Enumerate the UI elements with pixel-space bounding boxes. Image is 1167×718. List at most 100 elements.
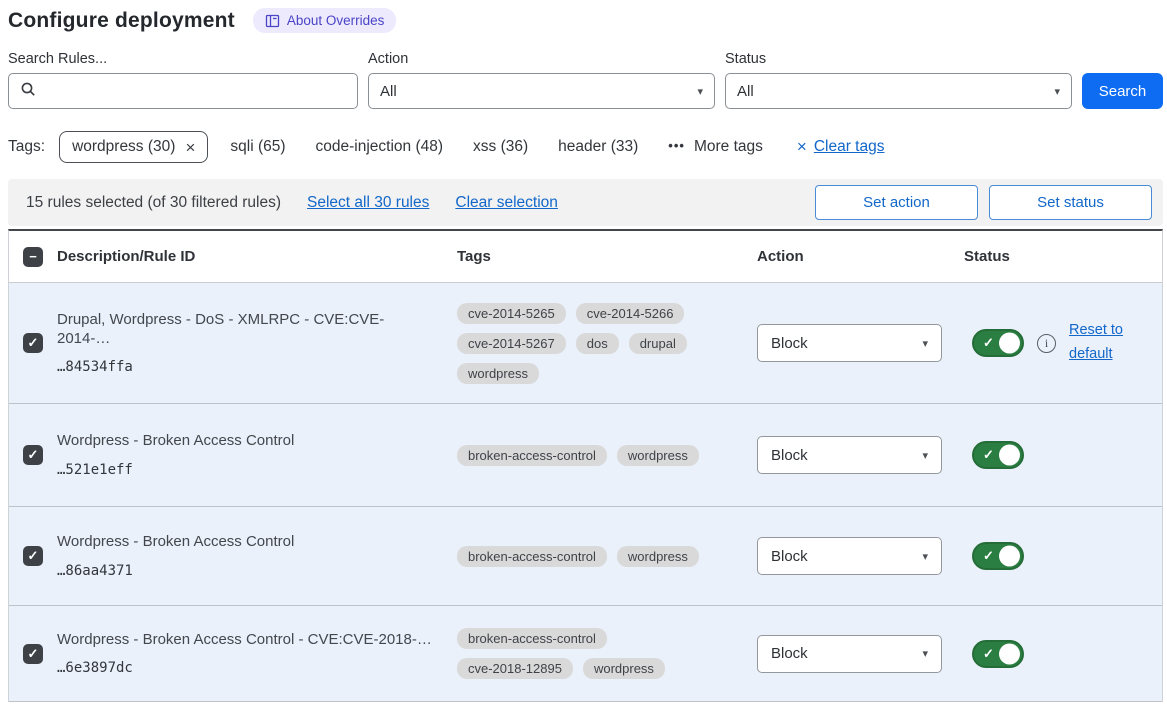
rule-tag: wordpress xyxy=(617,546,699,567)
rule-status-cell: ✓ xyxy=(964,542,1162,570)
filters-bar: Search Rules... Action All ▾ Status xyxy=(8,51,1163,109)
tag-option-sqli[interactable]: sqli (65) xyxy=(230,138,285,156)
status-toggle[interactable]: ✓ xyxy=(972,542,1024,570)
more-tags-button[interactable]: ••• More tags xyxy=(668,138,763,156)
rule-description: Drupal, Wordpress - DoS - XMLRPC - CVE:C… xyxy=(57,311,435,349)
rule-tag: broken-access-control xyxy=(457,546,607,567)
search-rules-field xyxy=(8,73,358,109)
action-filter-label: Action xyxy=(368,51,715,67)
toggle-knob xyxy=(999,333,1020,354)
chevron-down-icon: ▾ xyxy=(922,337,928,350)
about-overrides-badge[interactable]: About Overrides xyxy=(253,8,397,33)
table-row: ✓ Wordpress - Broken Access Control …86a… xyxy=(9,507,1162,606)
row-checkbox[interactable]: ✓ xyxy=(23,445,43,465)
clear-selection-link[interactable]: Clear selection xyxy=(455,194,558,212)
toggle-knob xyxy=(999,445,1020,466)
page-header: Configure deployment About Overrides xyxy=(8,8,1163,33)
row-checkbox[interactable]: ✓ xyxy=(23,644,43,664)
action-filter-select[interactable]: All ▾ xyxy=(368,73,715,109)
rule-tag: broken-access-control xyxy=(457,445,607,466)
status-filter-value: All xyxy=(737,83,754,100)
column-description: Description/Rule ID xyxy=(57,248,457,265)
rules-table: − Description/Rule ID Tags Action Status… xyxy=(8,229,1163,702)
status-toggle[interactable]: ✓ xyxy=(972,329,1024,357)
search-button[interactable]: Search xyxy=(1082,73,1163,109)
row-checkbox[interactable]: ✓ xyxy=(23,333,43,353)
tag-option-code-injection[interactable]: code-injection (48) xyxy=(316,138,444,156)
chevron-down-icon: ▾ xyxy=(922,449,928,462)
action-select[interactable]: Block ▾ xyxy=(757,324,942,362)
tag-option-header[interactable]: header (33) xyxy=(558,138,638,156)
rule-tag: wordpress xyxy=(617,445,699,466)
rule-tag: cve-2014-5267 xyxy=(457,333,566,354)
rule-id: …86aa4371 xyxy=(57,563,435,579)
clear-tags-link[interactable]: × Clear tags xyxy=(797,137,885,157)
status-filter-label: Status xyxy=(725,51,1072,67)
status-filter-select[interactable]: All ▾ xyxy=(725,73,1072,109)
status-toggle[interactable]: ✓ xyxy=(972,640,1024,668)
selected-tag-wordpress[interactable]: wordpress (30) × xyxy=(59,131,208,163)
rule-tags-cell: broken-access-control wordpress xyxy=(457,441,707,470)
rule-action-cell: Block ▾ xyxy=(757,537,964,575)
rule-tag: dos xyxy=(576,333,619,354)
table-row: ✓ Wordpress - Broken Access Control …521… xyxy=(9,404,1162,507)
rule-description-cell: Wordpress - Broken Access Control …86aa4… xyxy=(57,533,457,579)
action-select-value: Block xyxy=(771,548,808,565)
select-all-link[interactable]: Select all 30 rules xyxy=(307,194,429,212)
rule-action-cell: Block ▾ xyxy=(757,324,964,362)
chevron-down-icon: ▾ xyxy=(922,647,928,660)
tag-option-xss[interactable]: xss (36) xyxy=(473,138,528,156)
select-all-checkbox[interactable]: − xyxy=(23,247,43,267)
close-icon: × xyxy=(797,137,807,157)
set-status-button[interactable]: Set status xyxy=(989,185,1152,220)
action-select[interactable]: Block ▾ xyxy=(757,436,942,474)
page-title: Configure deployment xyxy=(8,9,235,33)
rule-status-cell: ✓ xyxy=(964,640,1162,668)
rule-description: Wordpress - Broken Access Control xyxy=(57,432,435,451)
rule-tag: cve-2018-12895 xyxy=(457,658,573,679)
ellipsis-icon: ••• xyxy=(668,138,685,153)
rule-description-cell: Wordpress - Broken Access Control …521e1… xyxy=(57,432,457,478)
selection-bar: 15 rules selected (of 30 filtered rules)… xyxy=(8,179,1163,226)
configure-deployment-page: Configure deployment About Overrides Sea… xyxy=(0,0,1167,702)
row-checkbox[interactable]: ✓ xyxy=(23,546,43,566)
rule-description-cell: Wordpress - Broken Access Control - CVE:… xyxy=(57,631,457,677)
info-icon[interactable]: i xyxy=(1037,334,1056,353)
action-select[interactable]: Block ▾ xyxy=(757,635,942,673)
tags-label: Tags: xyxy=(8,138,45,156)
rule-tag: broken-access-control xyxy=(457,628,607,649)
table-row: ✓ Drupal, Wordpress - DoS - XMLRPC - CVE… xyxy=(9,283,1162,404)
rule-action-cell: Block ▾ xyxy=(757,436,964,474)
status-toggle[interactable]: ✓ xyxy=(972,441,1024,469)
close-icon[interactable]: × xyxy=(185,139,195,156)
rule-tag: cve-2014-5266 xyxy=(576,303,685,324)
set-action-button[interactable]: Set action xyxy=(815,185,978,220)
about-overrides-label: About Overrides xyxy=(287,13,385,28)
selected-tag-label: wordpress (30) xyxy=(72,138,175,156)
action-select[interactable]: Block ▾ xyxy=(757,537,942,575)
rule-tags-cell: broken-access-control cve-2018-12895 wor… xyxy=(457,624,707,683)
rule-id: …6e3897dc xyxy=(57,660,435,676)
check-icon: ✓ xyxy=(983,646,994,662)
selection-summary: 15 rules selected (of 30 filtered rules) xyxy=(26,194,281,212)
search-rules-input[interactable] xyxy=(45,83,346,100)
tags-bar: Tags: wordpress (30) × sqli (65) code-in… xyxy=(8,131,1163,163)
chevron-down-icon: ▾ xyxy=(922,550,928,563)
chevron-down-icon: ▾ xyxy=(697,85,703,98)
column-action: Action xyxy=(757,248,964,265)
status-filter-group: Status All ▾ xyxy=(725,51,1072,109)
action-filter-group: Action All ▾ xyxy=(368,51,715,109)
rule-tags-cell: cve-2014-5265 cve-2014-5266 cve-2014-526… xyxy=(457,299,707,388)
check-icon: ✓ xyxy=(983,447,994,463)
bulk-action-buttons: Set action Set status xyxy=(815,185,1152,220)
rule-tags-cell: broken-access-control wordpress xyxy=(457,542,707,571)
check-icon: ✓ xyxy=(983,335,994,351)
reset-to-default-link[interactable]: Reset to default xyxy=(1069,319,1135,367)
action-select-value: Block xyxy=(771,335,808,352)
action-select-value: Block xyxy=(771,645,808,662)
action-filter-value: All xyxy=(380,83,397,100)
toggle-knob xyxy=(999,643,1020,664)
rule-tag: drupal xyxy=(629,333,687,354)
rule-tag: wordpress xyxy=(583,658,665,679)
action-select-value: Block xyxy=(771,447,808,464)
